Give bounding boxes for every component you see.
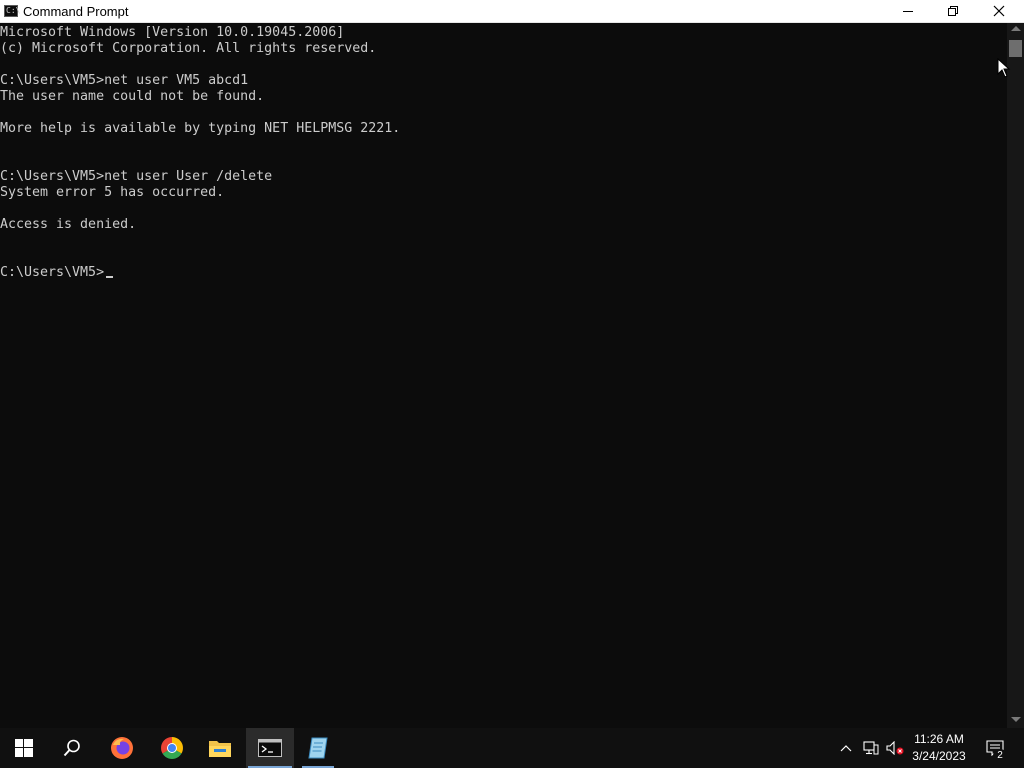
close-icon — [993, 5, 1005, 17]
notepad-icon — [308, 737, 328, 759]
minimize-button[interactable] — [885, 0, 931, 22]
taskbar-command-prompt[interactable] — [246, 728, 294, 768]
command-prompt-icon — [258, 739, 282, 757]
console-line: The user name could not be found. — [0, 89, 265, 104]
taskbar-chrome[interactable] — [148, 728, 196, 768]
notification-count-badge: 2 — [993, 749, 1007, 763]
window-title: Command Prompt — [23, 4, 129, 19]
console-line: C:\Users\VM5>net user VM5 abcd1 — [0, 73, 249, 88]
minimize-icon — [903, 11, 913, 12]
command-prompt-icon: C:\ — [4, 5, 21, 17]
taskbar: 11:26 AM 3/24/2023 — [0, 728, 1024, 768]
console-output[interactable]: Microsoft Windows [Version 10.0.19045.20… — [0, 23, 1007, 728]
console-line: C:\Users\VM5>net user User /delete — [0, 169, 273, 184]
show-hidden-icons-button[interactable] — [836, 728, 856, 768]
title-bar[interactable]: C:\ Command Prompt — [0, 0, 1024, 23]
console-line: System error 5 has occurred. — [0, 185, 225, 200]
start-button[interactable] — [0, 728, 48, 768]
taskbar-clock[interactable]: 11:26 AM 3/24/2023 — [906, 731, 972, 765]
start-icon — [15, 739, 33, 757]
scrollbar-thumb[interactable] — [1009, 40, 1022, 57]
chevron-up-icon — [840, 745, 852, 752]
clock-date: 3/24/2023 — [912, 749, 966, 763]
close-button[interactable] — [976, 0, 1022, 22]
network-icon — [863, 741, 879, 755]
scroll-up-arrow-icon[interactable] — [1011, 26, 1021, 31]
search-icon — [63, 739, 80, 757]
console-line: Access is denied. — [0, 217, 137, 232]
console-line: (c) Microsoft Corporation. All rights re… — [0, 41, 377, 56]
taskbar-file-explorer[interactable] — [196, 728, 244, 768]
network-tray-button[interactable] — [860, 728, 882, 768]
taskbar-notepad[interactable] — [294, 728, 342, 768]
console-prompt[interactable]: C:\Users\VM5> — [0, 265, 104, 280]
scroll-down-arrow-icon[interactable] — [1011, 717, 1021, 722]
command-prompt-window: C:\ Command Prompt Microsoft Windows [Ve… — [0, 0, 1024, 768]
volume-tray-button[interactable] — [884, 728, 906, 768]
mouse-pointer-icon — [997, 58, 1011, 78]
console-line: More help is available by typing NET HEL… — [0, 121, 401, 136]
clock-time: 11:26 AM — [914, 732, 964, 746]
text-cursor — [106, 276, 114, 278]
console-line: Microsoft Windows [Version 10.0.19045.20… — [0, 25, 345, 40]
volume-muted-icon — [886, 741, 904, 755]
restore-icon — [948, 6, 958, 16]
file-explorer-icon — [209, 741, 231, 757]
taskbar-firefox[interactable] — [98, 728, 146, 768]
chrome-icon — [161, 737, 183, 759]
firefox-icon — [111, 737, 133, 759]
restore-button[interactable] — [930, 0, 976, 22]
search-button[interactable] — [48, 728, 96, 768]
action-center-button[interactable] — [980, 728, 1010, 768]
vertical-scrollbar[interactable] — [1007, 23, 1024, 728]
